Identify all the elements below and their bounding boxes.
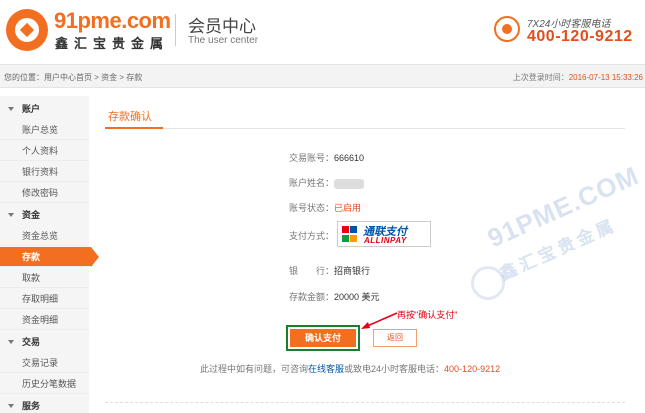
- account-number-row: 交易账号：666610: [289, 151, 364, 164]
- bottom-divider: [105, 402, 625, 403]
- account-status-value: 已启用: [334, 203, 362, 213]
- member-center-subtitle: The user center: [188, 35, 259, 46]
- triangle-down-icon: [8, 340, 14, 344]
- allinpay-logo-en: ALLINPAY: [364, 236, 407, 245]
- deposit-amount-label: 存款金额：: [289, 292, 335, 302]
- sidebar-item-withdraw[interactable]: 取款: [0, 268, 89, 288]
- sidebar-group-label: 服务: [22, 401, 41, 411]
- logo-brand-cn: 鑫汇宝贵金属: [55, 37, 170, 52]
- account-name-row: 账户姓名：: [289, 176, 365, 189]
- sidebar-item-account-overview[interactable]: 账户总览: [0, 120, 89, 140]
- page-title: 存款确认: [108, 111, 152, 123]
- breadcrumb-bar: 您的位置：用户中心首页 > 资金 > 存款 上次登录时间：2016-07-13 …: [0, 64, 645, 88]
- account-number-label: 交易账号：: [289, 153, 335, 163]
- sidebar-group-service[interactable]: 服务: [0, 396, 89, 413]
- help-middle: 或致电24小时客服电话：: [344, 364, 445, 374]
- allinpay-mark-icon: [342, 226, 358, 243]
- account-name-redacted: [334, 178, 365, 189]
- logo-brand[interactable]: 91pme.com: [54, 8, 171, 34]
- member-center-title: 会员中心: [188, 17, 256, 37]
- account-number-value: 666610: [334, 153, 365, 163]
- customer-service-icon: [494, 16, 520, 42]
- breadcrumb[interactable]: 您的位置：用户中心首页 > 资金 > 存款: [4, 72, 142, 83]
- help-text: 此过程中如有问题，可咨询在线客服或致电24小时客服电话：400-120-9212: [200, 362, 500, 375]
- payment-method-row: 支付方式：: [289, 229, 334, 242]
- instruction-annotation: 再按"确认支付": [397, 310, 458, 320]
- last-login-time: 2016-07-13 15:33:26: [568, 73, 643, 82]
- sidebar-group-label: 交易: [22, 337, 41, 347]
- back-button[interactable]: 返回: [373, 329, 417, 347]
- triangle-down-icon: [8, 404, 14, 408]
- account-name-label: 账户姓名：: [289, 178, 335, 188]
- allinpay-logo[interactable]: 通联支付 ALLINPAY: [337, 221, 431, 247]
- site-header: 91pme.com 鑫汇宝贵金属 会员中心 The user center 7X…: [0, 0, 645, 62]
- sidebar-item-profile[interactable]: 个人资料: [0, 141, 89, 161]
- sidebar-group-label: 资金: [22, 210, 41, 220]
- title-divider: [105, 128, 625, 129]
- sidebar-item-trade-records[interactable]: 交易记录: [0, 353, 89, 373]
- deposit-amount-value: 20000 美元: [334, 292, 380, 302]
- triangle-down-icon: [8, 213, 14, 217]
- sidebar-item-history-tick-data[interactable]: 历史分笔数据: [0, 374, 89, 394]
- bank-label: 银 行：: [289, 266, 335, 276]
- sidebar-item-funds-details[interactable]: 资金明细: [0, 310, 89, 330]
- last-login-label: 上次登录时间：: [512, 73, 569, 82]
- sidebar-item-bank-info[interactable]: 银行资料: [0, 162, 89, 182]
- bank-value: 招商银行: [334, 266, 371, 276]
- sidebar-item-funds-overview[interactable]: 资金总览: [0, 226, 89, 246]
- sidebar: 账户 账户总览 个人资料 银行资料 修改密码 资金 资金总览 存款 取款 存取明…: [0, 96, 99, 413]
- sidebar-group-label: 账户: [22, 104, 41, 114]
- header-divider: [175, 14, 176, 46]
- deposit-amount-row: 存款金额：20000 美元: [289, 290, 380, 303]
- last-login: 上次登录时间：2016-07-13 15:33:26: [513, 72, 643, 83]
- main-content: 存款确认 交易账号：666610 账户姓名： 账号状态：已启用 支付方式： 通联…: [97, 96, 632, 413]
- confirm-highlight-box: 确认支付: [286, 325, 360, 351]
- logo-icon[interactable]: [6, 9, 48, 51]
- confirm-payment-button[interactable]: 确认支付: [290, 329, 356, 347]
- sidebar-item-deposit-withdraw-details[interactable]: 存取明细: [0, 289, 89, 309]
- sidebar-group-account[interactable]: 账户: [0, 99, 89, 119]
- sidebar-group-funds[interactable]: 资金: [0, 205, 89, 225]
- account-status-label: 账号状态：: [289, 203, 335, 213]
- sidebar-item-deposit[interactable]: 存款: [0, 247, 99, 267]
- sidebar-item-change-password[interactable]: 修改密码: [0, 183, 89, 203]
- help-phone: 400-120-9212: [444, 364, 501, 374]
- support-phone: 400-120-9212: [527, 28, 633, 45]
- sidebar-group-trading[interactable]: 交易: [0, 332, 89, 352]
- online-service-link[interactable]: 在线客服: [308, 364, 344, 374]
- bank-row: 银 行：招商银行: [289, 264, 370, 277]
- triangle-down-icon: [8, 107, 14, 111]
- account-status-row: 账号状态：已启用: [289, 201, 361, 214]
- payment-method-label: 支付方式：: [289, 231, 335, 241]
- title-underline: [105, 127, 163, 129]
- help-prefix: 此过程中如有问题，可咨询: [200, 364, 309, 374]
